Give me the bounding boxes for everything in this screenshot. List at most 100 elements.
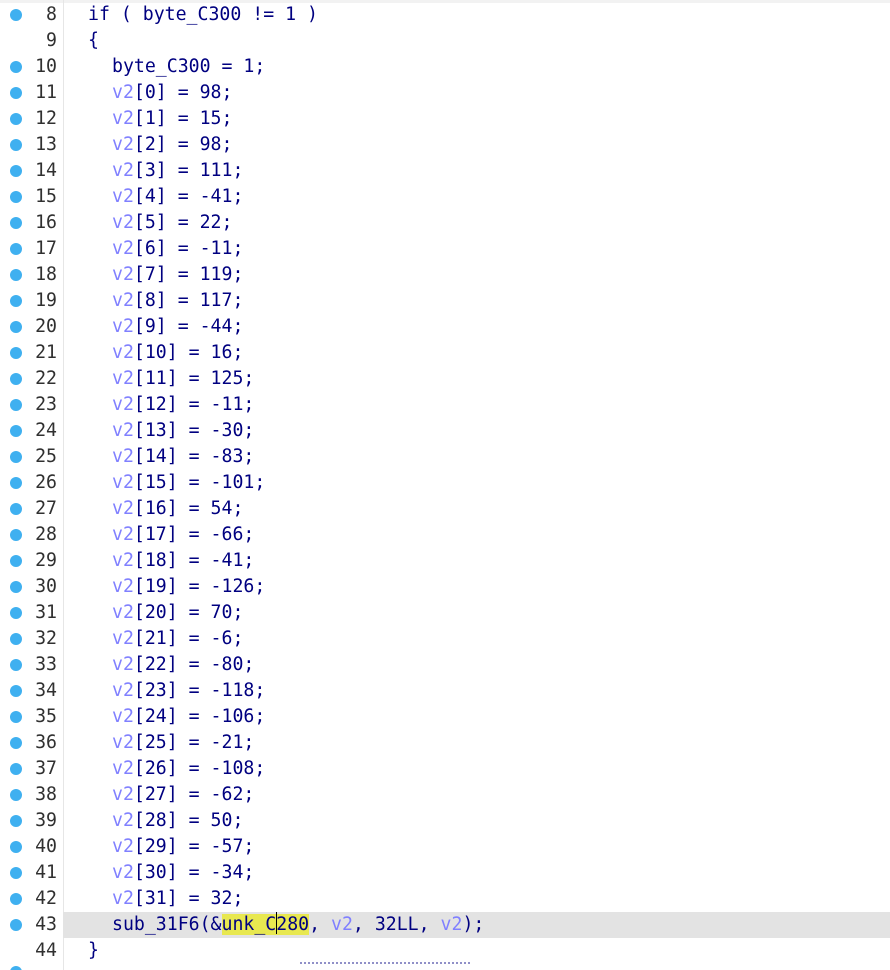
code-text[interactable]: } <box>88 938 99 964</box>
code-line[interactable]: 12 v2[1] = 15; <box>0 106 890 132</box>
assignment-rest[interactable]: [23] = -118; <box>134 680 265 701</box>
code-line[interactable]: 9{ <box>0 28 890 54</box>
assignment-rest[interactable]: [12] = -11; <box>134 394 254 415</box>
code-text[interactable]: v2[16] = 54; <box>88 496 243 522</box>
variable-token[interactable]: v2 <box>112 550 134 571</box>
assignment-rest[interactable]: [3] = 111; <box>134 160 244 181</box>
line-gutter[interactable]: 19 <box>0 288 63 314</box>
code-text[interactable]: v2[19] = -126; <box>88 574 265 600</box>
line-gutter[interactable]: 17 <box>0 236 63 262</box>
breakpoint-dot-icon[interactable] <box>10 867 22 879</box>
breakpoint-dot-icon[interactable] <box>10 165 22 177</box>
code-line[interactable]: 10 byte_C300 = 1; <box>0 54 890 80</box>
breakpoint-dot-icon[interactable] <box>10 347 22 359</box>
line-gutter[interactable]: 41 <box>0 860 63 886</box>
variable-token[interactable]: v2 <box>112 784 134 805</box>
variable-token[interactable]: v2 <box>112 316 134 337</box>
breakpoint-dot-icon[interactable] <box>10 269 22 281</box>
code-line[interactable]: 44} <box>0 938 890 964</box>
assignment-rest[interactable]: [28] = 50; <box>134 810 244 831</box>
line-gutter[interactable]: 37 <box>0 756 63 782</box>
code-line[interactable]: 25 v2[14] = -83; <box>0 444 890 470</box>
breakpoint-dot-icon[interactable] <box>10 399 22 411</box>
line-gutter[interactable]: 23 <box>0 392 63 418</box>
code-text[interactable]: v2[27] = -62; <box>88 782 254 808</box>
code-text[interactable]: v2[26] = -108; <box>88 756 265 782</box>
assignment-rest[interactable]: [1] = 15; <box>134 108 233 129</box>
line-gutter[interactable]: 38 <box>0 782 63 808</box>
code-line[interactable]: 33 v2[22] = -80; <box>0 652 890 678</box>
line-gutter[interactable]: 24 <box>0 418 63 444</box>
code-line[interactable]: 11 v2[0] = 98; <box>0 80 890 106</box>
assignment-rest[interactable]: [20] = 70; <box>134 602 244 623</box>
code-text[interactable]: v2[4] = -41; <box>88 184 243 210</box>
breakpoint-dot-icon[interactable] <box>10 711 22 723</box>
code-text[interactable]: v2[14] = -83; <box>88 444 254 470</box>
line-gutter[interactable]: 15 <box>0 184 63 210</box>
line-gutter[interactable]: 31 <box>0 600 63 626</box>
breakpoint-dot-icon[interactable] <box>10 503 22 515</box>
code-text[interactable]: v2[10] = 16; <box>88 340 243 366</box>
assignment-rest[interactable]: [13] = -30; <box>134 420 254 441</box>
line-gutter[interactable]: 27 <box>0 496 63 522</box>
code-text[interactable]: v2[22] = -80; <box>88 652 254 678</box>
variable-token[interactable]: v2 <box>112 368 134 389</box>
code-line[interactable]: 23 v2[12] = -11; <box>0 392 890 418</box>
assignment-rest[interactable]: [17] = -66; <box>134 524 254 545</box>
code-line[interactable]: 20 v2[9] = -44; <box>0 314 890 340</box>
code-text[interactable]: v2[31] = 32; <box>88 886 243 912</box>
variable-token[interactable]: v2 <box>112 758 134 779</box>
assignment-rest[interactable]: [18] = -41; <box>134 550 254 571</box>
variable-token[interactable]: v2 <box>112 862 134 883</box>
line-gutter[interactable]: 22 <box>0 366 63 392</box>
code-line[interactable]: 30 v2[19] = -126; <box>0 574 890 600</box>
code-line[interactable]: 37 v2[26] = -108; <box>0 756 890 782</box>
code-text[interactable]: v2[15] = -101; <box>88 470 265 496</box>
assignment-rest[interactable]: [26] = -108; <box>134 758 265 779</box>
code-text[interactable]: v2[25] = -21; <box>88 730 254 756</box>
code-text[interactable]: v2[17] = -66; <box>88 522 254 548</box>
breakpoint-dot-icon[interactable] <box>10 295 22 307</box>
breakpoint-dot-icon[interactable] <box>10 789 22 801</box>
variable-token[interactable]: v2 <box>112 628 134 649</box>
line-gutter[interactable]: 8 <box>0 2 63 28</box>
variable-token[interactable]: v2 <box>112 706 134 727</box>
assignment-rest[interactable]: [4] = -41; <box>134 186 244 207</box>
code-text[interactable]: v2[24] = -106; <box>88 704 265 730</box>
code-line[interactable]: 41 v2[30] = -34; <box>0 860 890 886</box>
variable-token[interactable]: v2 <box>441 914 463 935</box>
code-line[interactable]: 35 v2[24] = -106; <box>0 704 890 730</box>
code-line[interactable]: 43 sub_31F6(&unk_C280, v2, 32LL, v2); <box>0 912 890 938</box>
line-gutter[interactable]: 10 <box>0 54 63 80</box>
code-text[interactable]: v2[28] = 50; <box>88 808 243 834</box>
assignment-rest[interactable]: [10] = 16; <box>134 342 244 363</box>
line-gutter[interactable]: 34 <box>0 678 63 704</box>
breakpoint-dot-icon[interactable] <box>10 815 22 827</box>
function-call-name[interactable]: sub_31F6(& <box>112 914 222 935</box>
variable-token[interactable]: v2 <box>331 914 353 935</box>
code-line[interactable]: 38 v2[27] = -62; <box>0 782 890 808</box>
variable-token[interactable]: v2 <box>112 732 134 753</box>
line-gutter[interactable]: 11 <box>0 80 63 106</box>
code-text[interactable]: v2[2] = 98; <box>88 132 232 158</box>
line-gutter[interactable]: 35 <box>0 704 63 730</box>
assignment-rest[interactable]: [6] = -11; <box>134 238 244 259</box>
code-line[interactable]: 24 v2[13] = -30; <box>0 418 890 444</box>
code-line[interactable]: 18 v2[7] = 119; <box>0 262 890 288</box>
line-gutter[interactable]: 25 <box>0 444 63 470</box>
breakpoint-dot-icon[interactable] <box>10 477 22 489</box>
breakpoint-dot-icon[interactable] <box>10 451 22 463</box>
code-line[interactable]: 22 v2[11] = 125; <box>0 366 890 392</box>
variable-token[interactable]: v2 <box>112 836 134 857</box>
variable-token[interactable]: v2 <box>112 602 134 623</box>
line-gutter[interactable]: 30 <box>0 574 63 600</box>
variable-token[interactable]: v2 <box>112 888 134 909</box>
variable-token[interactable]: v2 <box>112 654 134 675</box>
line-gutter[interactable]: 16 <box>0 210 63 236</box>
breakpoint-dot-icon[interactable] <box>10 633 22 645</box>
breakpoint-dot-icon[interactable] <box>10 529 22 541</box>
breakpoint-dot-icon[interactable] <box>10 555 22 567</box>
breakpoint-dot-icon[interactable] <box>10 373 22 385</box>
code-editor[interactable]: 8 if ( byte_C300 != 1 ) 9{10 byte_C300 = 1;… <box>0 0 890 970</box>
breakpoint-dot-icon[interactable] <box>10 321 22 333</box>
